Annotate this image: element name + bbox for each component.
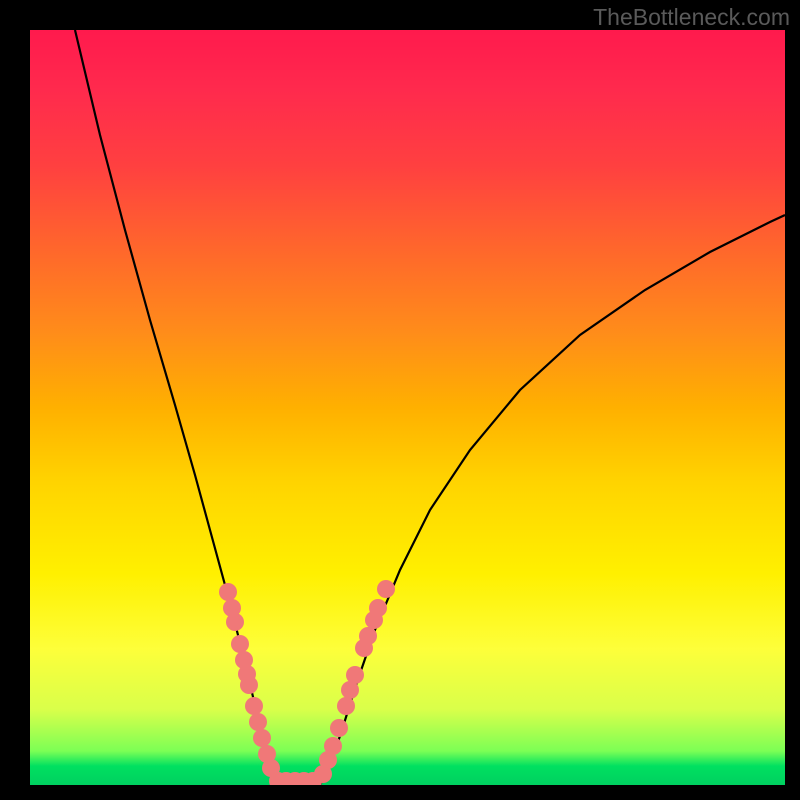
chart-frame: TheBottleneck.com	[0, 0, 800, 800]
plot-area	[30, 30, 785, 785]
data-dot	[369, 599, 387, 617]
data-dot	[337, 697, 355, 715]
data-dot	[346, 666, 364, 684]
scatter-group	[219, 580, 395, 785]
data-dot	[245, 697, 263, 715]
data-dot	[377, 580, 395, 598]
data-dot	[324, 737, 342, 755]
data-dot	[359, 627, 377, 645]
bottleneck-curve	[75, 30, 785, 785]
watermark-text: TheBottleneck.com	[593, 4, 790, 31]
data-dot	[219, 583, 237, 601]
data-dot	[330, 719, 348, 737]
data-dot	[231, 635, 249, 653]
data-dot	[249, 713, 267, 731]
data-dot	[240, 676, 258, 694]
data-dot	[253, 729, 271, 747]
chart-svg	[30, 30, 785, 785]
data-dot	[226, 613, 244, 631]
curve-group	[75, 30, 785, 785]
